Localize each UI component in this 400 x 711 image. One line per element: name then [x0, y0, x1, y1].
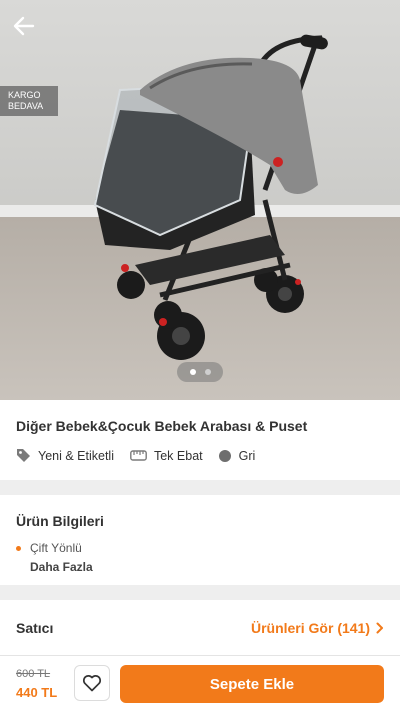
current-price: 440 TL — [16, 685, 58, 700]
info-item-label: Çift Yönlü — [30, 541, 82, 555]
back-button[interactable] — [8, 10, 40, 42]
arrow-left-icon — [13, 16, 35, 36]
attribute-color-label: Gri — [238, 448, 256, 463]
seller-card: Satıcı Ürünleri Gör (141) — [0, 600, 400, 655]
attribute-size-label: Tek Ebat — [153, 448, 203, 463]
seller-products-link-label: Ürünleri Gör (141) — [250, 619, 370, 636]
pagination-dot-2[interactable] — [204, 369, 211, 375]
old-price: 600 TL — [16, 668, 51, 680]
seller-products-link[interactable]: Ürünleri Gör (141) — [251, 620, 384, 636]
info-list-item: Çift Yönlü — [16, 541, 384, 555]
attribute-condition: Yeni & Etiketli — [16, 448, 114, 463]
attribute-color: Gri — [218, 448, 256, 463]
free-shipping-badge: KARGO BEDAVA — [0, 86, 58, 116]
pagination-dot-1[interactable] — [189, 369, 196, 375]
show-more-link[interactable]: Daha Fazla — [30, 560, 384, 574]
product-info-title: Ürün Bilgileri — [16, 513, 104, 529]
stroller-photo — [0, 0, 400, 400]
product-info-card: Ürün Bilgileri Çift Yönlü Daha Fazla — [0, 495, 400, 585]
attribute-size: Tek Ebat — [130, 449, 203, 463]
tag-icon — [17, 449, 30, 462]
heart-icon — [82, 675, 102, 692]
bottom-action-bar: 600 TL 440 TL Sepete Ekle — [0, 655, 400, 711]
seller-label: Satıcı — [16, 619, 54, 636]
color-swatch-icon — [218, 449, 231, 462]
product-attributes: Yeni & Etiketli Tek Ebat Gri — [16, 448, 384, 463]
product-image-gallery[interactable]: KARGO BEDAVA — [0, 0, 400, 400]
badge-line-2: BEDAVA — [8, 101, 44, 111]
attribute-condition-label: Yeni & Etiketli — [38, 448, 114, 463]
product-summary-card: Diğer Bebek&Çocuk Bebek Arabası & Puset … — [0, 400, 400, 480]
favorite-button[interactable] — [74, 665, 110, 701]
ruler-icon — [130, 450, 147, 461]
add-to-cart-button[interactable]: Sepete Ekle — [120, 665, 384, 703]
chevron-right-icon — [376, 622, 383, 633]
bullet-icon — [16, 545, 21, 551]
gallery-pagination[interactable] — [177, 362, 223, 382]
product-title: Diğer Bebek&Çocuk Bebek Arabası & Puset — [16, 418, 308, 434]
badge-line-1: KARGO — [8, 90, 41, 100]
